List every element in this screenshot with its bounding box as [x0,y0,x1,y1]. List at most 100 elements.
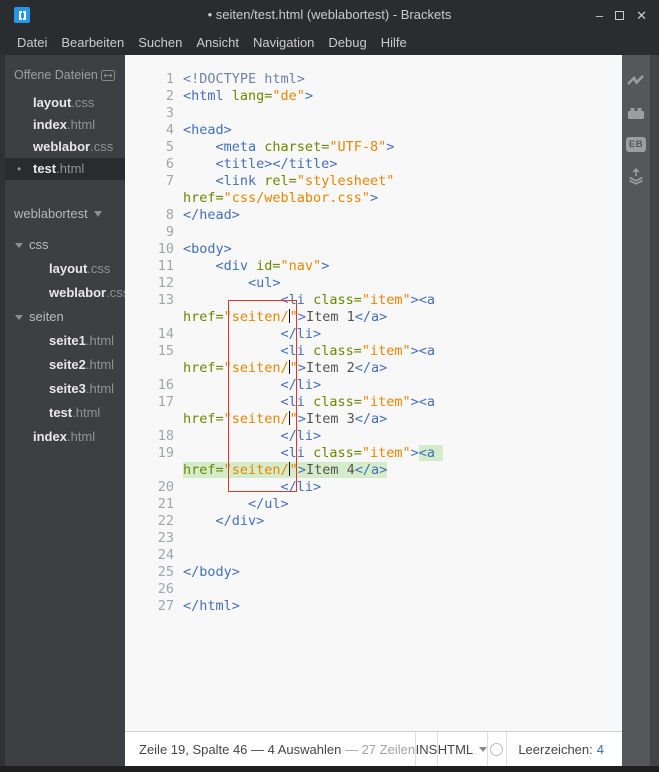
language-dropdown[interactable]: HTML [438,742,488,757]
menu-item-debug[interactable]: Debug [321,30,373,55]
line-number[interactable]: 10 [125,241,183,258]
upload-layers-icon[interactable] [626,167,646,186]
menu-item-hilfe[interactable]: Hilfe [374,30,414,55]
line-number[interactable]: 14 [125,326,183,343]
split-view-icon[interactable] [100,69,115,81]
code-row[interactable]: 16 </li> [125,377,622,394]
open-file-test.html[interactable]: • test.html [5,158,125,180]
line-number[interactable]: 9 [125,224,183,241]
line-number[interactable]: 13 [125,292,183,309]
line-number[interactable]: 16 [125,377,183,394]
tree-file-seite2.html[interactable]: seite2.html [5,353,125,377]
code-row[interactable]: href="css/weblabor.css"> [125,190,622,207]
code-row[interactable]: 9 [125,224,622,241]
code-row[interactable]: 7 <link rel="stylesheet" [125,173,622,190]
tree-file-seite3.html[interactable]: seite3.html [5,377,125,401]
insert-mode-indicator[interactable]: INS [416,742,438,757]
code-row[interactable]: 14 </li> [125,326,622,343]
minimize-button[interactable]: – [596,9,603,22]
line-number[interactable]: 8 [125,207,183,224]
code-row[interactable]: 2 <html lang="de"> [125,88,622,105]
code-row[interactable]: 21 </ul> [125,496,622,513]
code-row[interactable]: 18 </li> [125,428,622,445]
close-button[interactable]: ✕ [636,9,647,22]
code-row[interactable]: 4 <head> [125,122,622,139]
code-row[interactable]: 24 [125,547,622,564]
line-number[interactable]: 5 [125,139,183,156]
tree-folder-css[interactable]: css [5,233,125,257]
spaces-value[interactable]: 4 [597,742,604,757]
code-row[interactable]: 15 <li class="item"><a [125,343,622,360]
code-row[interactable]: href="seiten/">Item 1</a> [125,309,622,326]
line-number[interactable] [125,462,183,479]
line-number[interactable]: 11 [125,258,183,275]
tree-file-weblabor.css[interactable]: weblabor.css [5,281,129,305]
code-row[interactable]: href="seiten/">Item 2</a> [125,360,622,377]
line-number[interactable]: 23 [125,530,183,547]
line-number[interactable]: 12 [125,275,183,292]
code-row[interactable]: 8 </head> [125,207,622,224]
open-file-index.html[interactable]: index.html [5,114,125,136]
tree-file-test.html[interactable]: test.html [5,401,125,425]
eb-extension-icon[interactable]: EB [625,135,647,154]
code-row[interactable]: 5 <meta charset="UTF-8"> [125,139,622,156]
menu-item-navigation[interactable]: Navigation [246,30,321,55]
code-row[interactable]: 19 <li class="item"><a [125,445,622,462]
line-number[interactable]: 3 [125,105,183,122]
menu-item-ansicht[interactable]: Ansicht [189,30,246,55]
code-row[interactable]: href="seiten/">Item 4</a> [125,462,622,479]
line-number[interactable]: 17 [125,394,183,411]
code-row[interactable]: href="seiten/">Item 3</a> [125,411,622,428]
tree-file-seite1.html[interactable]: seite1.html [5,329,125,353]
line-number[interactable]: 1 [125,71,183,88]
code-row[interactable]: 13 <li class="item"><a [125,292,622,309]
line-number[interactable]: 18 [125,428,183,445]
line-number[interactable]: 4 [125,122,183,139]
line-number[interactable]: 19 [125,445,183,462]
line-number[interactable] [125,411,183,428]
code-row[interactable]: 25 </body> [125,564,622,581]
code-row[interactable]: 26 [125,581,622,598]
line-number[interactable]: 6 [125,156,183,173]
code-row[interactable]: 6 <title></title> [125,156,622,173]
menu-item-bearbeiten[interactable]: Bearbeiten [54,30,131,55]
line-number[interactable]: 20 [125,479,183,496]
menu-item-suchen[interactable]: Suchen [131,30,189,55]
open-file-layout.css[interactable]: layout.css [5,92,125,114]
code-row[interactable]: 1 <!DOCTYPE html> [125,71,622,88]
line-number[interactable]: 2 [125,88,183,105]
extension-manager-icon[interactable] [626,103,646,122]
line-number[interactable]: 24 [125,547,183,564]
live-preview-icon[interactable] [626,71,646,90]
line-number[interactable] [125,309,183,326]
menu-item-datei[interactable]: Datei [10,30,54,55]
line-number[interactable]: 15 [125,343,183,360]
code-row[interactable]: 22 </div> [125,513,622,530]
line-number[interactable]: 27 [125,598,183,615]
line-number[interactable]: 22 [125,513,183,530]
open-file-weblabor.css[interactable]: weblabor.css [5,136,125,158]
line-number[interactable] [125,190,183,207]
tree-folder-seiten[interactable]: seiten [5,305,125,329]
line-number[interactable]: 26 [125,581,183,598]
code-row[interactable]: 23 [125,530,622,547]
indent-setting[interactable]: Leerzeichen: 4 [506,742,622,757]
code-row[interactable]: 12 <ul> [125,275,622,292]
line-number[interactable]: 7 [125,173,183,190]
project-dropdown[interactable]: weblabortest [14,206,125,221]
code-row[interactable]: 10 <body> [125,241,622,258]
code-row[interactable]: 17 <li class="item"><a [125,394,622,411]
code-rows[interactable]: 1 <!DOCTYPE html> 2 <html lang="de"> 3 4 <head… [125,55,622,615]
code-editor[interactable]: 1 <!DOCTYPE html> 2 <html lang="de"> 3 4 <head… [125,55,622,731]
maximize-button[interactable] [615,10,625,20]
code-row[interactable]: 3 [125,105,622,122]
code-row[interactable]: 27 </html> [125,598,622,615]
line-number[interactable]: 21 [125,496,183,513]
line-number[interactable]: 25 [125,564,183,581]
code-row[interactable]: 20 </li> [125,479,622,496]
cursor-position-status[interactable]: Zeile 19, Spalte 46 — 4 Auswahlen — 27 Z… [139,742,415,757]
tree-file-layout.css[interactable]: layout.css [5,257,125,281]
code-row[interactable]: 11 <div id="nav"> [125,258,622,275]
line-number[interactable] [125,360,183,377]
tree-file-index.html[interactable]: index.html [5,425,125,449]
